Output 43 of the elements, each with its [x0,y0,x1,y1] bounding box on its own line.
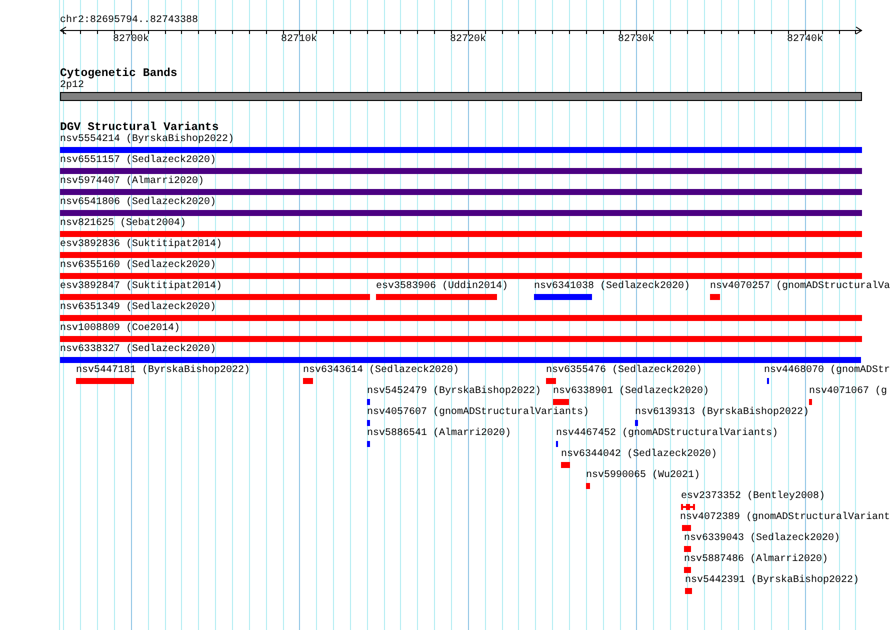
variant-label: nsv4057607 (gnomADStructuralVariants) [367,407,590,419]
variant-label: esv2373352 (Bentley2008) [681,491,826,503]
variant-label: nsv4070257 (gnomADStructuralVa [710,281,890,293]
variant-label: nsv5452479 (ByrskaBishop2022) [367,386,542,398]
variant-label: nsv5886541 (Almarri2020) [367,428,512,440]
variant-bar[interactable] [681,504,695,510]
variant-label: nsv6139313 (ByrskaBishop2022) [635,407,810,419]
variant-label: nsv5447181 (ByrskaBishop2022) [76,365,250,377]
variant-label: nsv6351349 (Sedlazeck2020) [60,302,216,314]
variant-label: nsv6355476 (Sedlazeck2020) [546,365,702,377]
variant-label: nsv6541806 (Sedlazeck2020) [60,197,216,209]
variant-label: nsv4467452 (gnomADStructuralVariants) [556,428,778,440]
variant-label: nsv5442391 (ByrskaBishop2022) [685,575,860,587]
location-label: chr2:82695794..82743388 [60,15,198,27]
variant-label: nsv1008809 (Coe2014) [60,323,180,335]
track-title: DGV Structural Variants [60,121,219,134]
cytoband-bar[interactable] [60,92,862,101]
variant-label: nsv4468070 (gnomADStr [764,365,890,377]
variant-label: nsv6338901 (Sedlazeck2020) [553,386,710,398]
variant-label: esv3892836 (Suktitipat2014) [60,239,222,251]
variant-label: nsv5887486 (Almarri2020) [684,554,828,566]
variant-label: nsv821625 (Sebat2004) [60,218,186,230]
band-label: 2p12 [60,80,84,92]
variant-label: nsv6343614 (Sedlazeck2020) [303,365,460,377]
variant-label: nsv5974407 (Almarri2020) [60,176,204,188]
variant-label: nsv5990065 (Wu2021) [586,470,700,482]
variant-label: nsv6341038 (Sedlazeck2020) [534,281,690,293]
variant-label: nsv6344042 (Sedlazeck2020) [561,449,718,461]
tick-label: 82730k [618,34,654,46]
variant-label: nsv6338327 (Sedlazeck2020) [60,344,216,356]
variant-label: nsv4072389 (gnomADStructuralVariant [680,512,890,524]
tick-label: 82740k [787,34,823,46]
variant-label: esv3892847 (Suktitipat2014) [60,281,222,293]
variant-label: nsv6551157 (Sedlazeck2020) [60,155,216,167]
variant-label: esv3583906 (Uddin2014) [376,281,508,293]
variant-label: nsv6339043 (Sedlazeck2020) [684,533,840,545]
variant-label: nsv6355160 (Sedlazeck2020) [60,260,216,272]
variant-label: nsv5554214 (ByrskaBishop2022) [60,134,234,146]
tick-label: 82700k [113,34,149,46]
variant-label: nsv4071067 (g [809,386,888,398]
track-title: Cytogenetic Bands [60,67,178,80]
tick-label: 82710k [281,34,317,46]
tick-label: 82720k [450,34,486,46]
